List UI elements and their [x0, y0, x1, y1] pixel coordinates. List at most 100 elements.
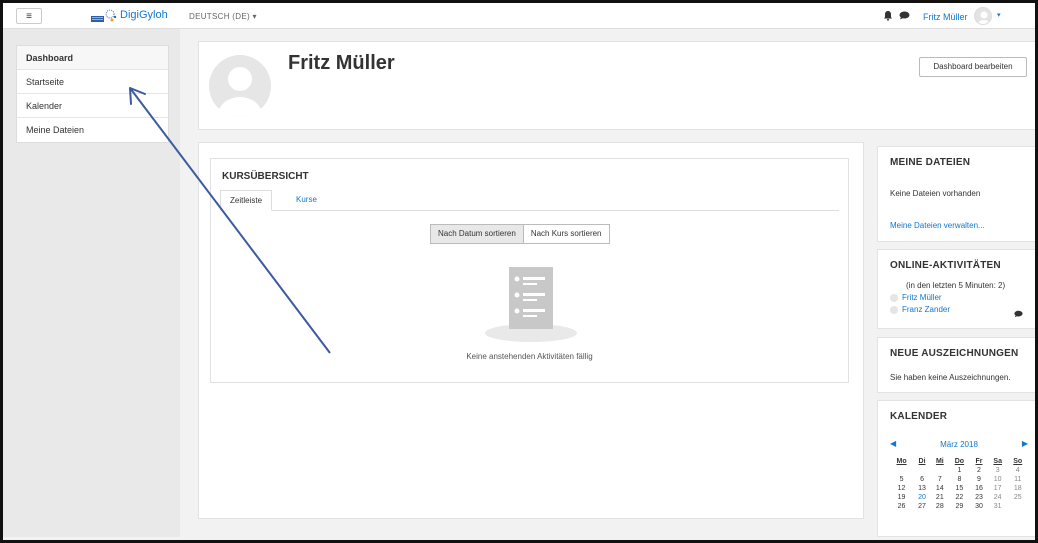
calendar-day[interactable]: 15	[949, 484, 970, 493]
empty-list-icon	[485, 267, 577, 342]
calendar-day[interactable]: 19	[890, 493, 913, 502]
calendar-weekday: Mi	[935, 457, 944, 465]
calendar-block: KALENDER ◀ März 2018 ▶ Mo Di Mi Do Fr Sa So 12…	[877, 400, 1036, 537]
calendar-day[interactable]: 29	[949, 502, 970, 511]
user-avatar-icon	[890, 293, 898, 302]
calendar-day[interactable]: 25	[1007, 493, 1028, 502]
badges-block: NEUE AUSZEICHNUNGEN Sie haben keine Ausz…	[877, 337, 1036, 393]
sidebar-item-dashboard[interactable]: Dashboard	[17, 46, 168, 70]
block-title: ONLINE-AKTIVITÄTEN	[890, 260, 1001, 271]
online-user-name[interactable]: Franz Zander	[902, 305, 950, 314]
calendar-header: ◀ März 2018 ▶	[890, 439, 1028, 451]
calendar-day[interactable]: 6	[913, 475, 931, 484]
calendar-day[interactable]: 17	[988, 484, 1008, 493]
calendar-day[interactable]: 28	[931, 502, 949, 511]
block-title: KURSÜBERSICHT	[222, 171, 309, 182]
tab-bar: Zeitleiste Kurse	[220, 190, 839, 211]
calendar-weekday: Sa	[993, 457, 1002, 465]
sort-button-group: Nach Datum sortieren Nach Kurs sortieren	[430, 224, 610, 244]
calendar-day[interactable]: 20	[913, 493, 931, 502]
calendar-day[interactable]: 1	[949, 466, 970, 475]
manage-files-link[interactable]: Meine Dateien verwalten...	[890, 221, 985, 230]
calendar-week-row: 26 27 28 29 30 31	[890, 502, 1028, 511]
calendar-week-row: 12 13 14 15 16 17 18	[890, 484, 1028, 493]
calendar-day[interactable]: 9	[970, 475, 988, 484]
sort-by-date-button[interactable]: Nach Datum sortieren	[430, 224, 524, 244]
nav-list: Dashboard Startseite Kalender Meine Date…	[16, 45, 169, 143]
top-navbar: ≡ DigiGyloh DEUTSCH (DE) ▾ Fritz Müller …	[3, 3, 1035, 29]
profile-avatar	[209, 55, 271, 117]
calendar-week-row: 1234	[890, 466, 1028, 475]
online-users-block: ONLINE-AKTIVITÄTEN (in den letzten 5 Min…	[877, 249, 1036, 329]
calendar-day[interactable]: 26	[890, 502, 913, 511]
main-region: KURSÜBERSICHT Zeitleiste Kurse Nach Datu…	[198, 142, 864, 519]
private-files-block: MEINE DATEIEN Keine Dateien vorhanden Me…	[877, 146, 1036, 242]
block-title: KALENDER	[890, 411, 948, 422]
sidebar-item-meine-dateien[interactable]: Meine Dateien	[17, 118, 168, 142]
sidebar-item-startseite[interactable]: Startseite	[17, 70, 168, 94]
user-avatar-icon	[977, 11, 991, 24]
calendar-day[interactable]: 13	[913, 484, 931, 493]
hamburger-icon: ≡	[26, 10, 32, 22]
block-title: MEINE DATEIEN	[890, 157, 971, 168]
calendar-day[interactable]: 30	[970, 502, 988, 511]
site-name-link[interactable]: DigiGyloh	[120, 9, 168, 21]
calendar-weekday: Di	[918, 457, 926, 465]
course-overview-block: KURSÜBERSICHT Zeitleiste Kurse Nach Datu…	[210, 158, 849, 383]
calendar-day[interactable]: 24	[988, 493, 1008, 502]
calendar-day[interactable]: 18	[1007, 484, 1028, 493]
calendar-weekday: Mo	[896, 457, 907, 465]
calendar-day[interactable]: 23	[970, 493, 988, 502]
calendar-day[interactable]: 16	[970, 484, 988, 493]
calendar-day[interactable]: 21	[931, 493, 949, 502]
calendar-day[interactable]: 12	[890, 484, 913, 493]
calendar-day[interactable]: 27	[913, 502, 931, 511]
calendar-table: Mo Di Mi Do Fr Sa So 1 2 3 4 5 6 7 8 9 10 11 12 13 14 15 16 17…	[890, 456, 1028, 511]
tab-kurse[interactable]: Kurse	[287, 190, 326, 211]
chat-icon[interactable]	[899, 11, 910, 20]
page-title: Fritz Müller	[288, 52, 395, 74]
chevron-down-icon[interactable]: ▾	[997, 11, 1001, 19]
hamburger-menu-button[interactable]: ≡	[16, 8, 42, 24]
no-files-text: Keine Dateien vorhanden	[890, 189, 981, 198]
page-header: Fritz Müller Dashboard bearbeiten	[198, 41, 1036, 130]
empty-state-message: Keine anstehenden Aktivitäten fällig	[466, 352, 593, 361]
site-logo-icon[interactable]	[91, 9, 117, 23]
calendar-day	[931, 466, 949, 475]
calendar-day[interactable]: 4	[1007, 466, 1028, 475]
calendar-weekday: Do	[954, 457, 965, 465]
calendar-weekday: Fr	[975, 457, 983, 465]
calendar-day[interactable]: 14	[931, 484, 949, 493]
user-avatar-icon	[218, 67, 262, 117]
edit-dashboard-button[interactable]: Dashboard bearbeiten	[919, 57, 1027, 77]
calendar-day[interactable]: 5	[890, 475, 913, 484]
sidebar-item-kalender[interactable]: Kalender	[17, 94, 168, 118]
calendar-next-icon[interactable]: ▶	[1022, 439, 1028, 448]
tab-zeitleiste[interactable]: Zeitleiste	[220, 190, 273, 211]
calendar-day[interactable]: 10	[988, 475, 1008, 484]
online-user-name[interactable]: Fritz Müller	[902, 293, 942, 302]
user-avatar-icon	[890, 305, 898, 314]
calendar-week-row: 5 6 7 8 9 10 11	[890, 475, 1028, 484]
online-users-subtitle: (in den letzten 5 Minuten: 2)	[906, 281, 1006, 290]
sort-by-course-button[interactable]: Nach Kurs sortieren	[523, 224, 610, 244]
block-title: NEUE AUSZEICHNUNGEN	[890, 348, 1019, 359]
calendar-day[interactable]: 11	[1007, 475, 1028, 484]
calendar-day[interactable]: 8	[949, 475, 970, 484]
calendar-day[interactable]: 22	[949, 493, 970, 502]
calendar-day[interactable]: 2	[970, 466, 988, 475]
calendar-weekday: So	[1013, 457, 1023, 465]
online-user-item[interactable]: Franz Zander	[890, 305, 950, 314]
language-selector[interactable]: DEUTSCH (DE) ▾	[189, 12, 257, 21]
calendar-week-row: 19 20 21 22 23 24 25	[890, 493, 1028, 502]
calendar-day[interactable]: 3	[988, 466, 1008, 475]
online-user-item[interactable]: Fritz Müller	[890, 293, 942, 302]
message-icon[interactable]	[1014, 310, 1023, 318]
calendar-month-title[interactable]: März 2018	[890, 440, 1028, 449]
calendar-day[interactable]: 7	[931, 475, 949, 484]
no-badges-text: Sie haben keine Auszeichnungen.	[890, 373, 1011, 382]
user-menu-name[interactable]: Fritz Müller	[923, 12, 968, 22]
calendar-day[interactable]: 31	[988, 502, 1008, 511]
bell-icon[interactable]	[883, 10, 893, 21]
user-avatar[interactable]	[974, 7, 992, 25]
